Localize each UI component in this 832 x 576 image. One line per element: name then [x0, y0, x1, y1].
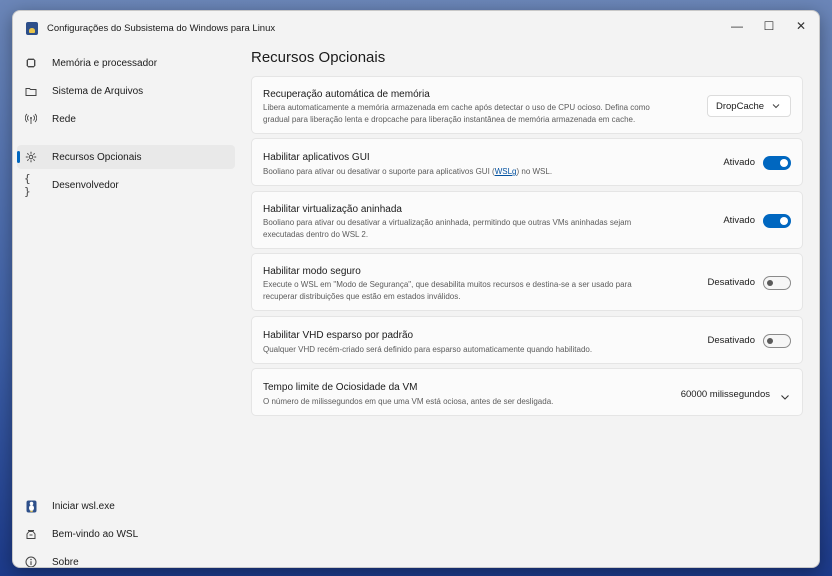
memory-chip-icon [24, 56, 38, 70]
chevron-down-icon[interactable] [780, 389, 790, 407]
gui-apps-toggle[interactable] [763, 156, 791, 170]
idle-timeout-value: 60000 milissegundos [680, 389, 770, 400]
setting-description-line: recuperar distribuições que estão em est… [263, 292, 461, 301]
sidebar-item-label: Iniciar wsl.exe [52, 500, 115, 512]
setting-description-text: ) no WSL. [516, 167, 553, 176]
gear-icon [24, 150, 38, 164]
setting-card-gui-apps: Habilitar aplicativos GUI Booliano para … [251, 138, 803, 186]
setting-title: Tempo limite de Ociosidade da VM [263, 382, 418, 393]
sidebar-item-label: Recursos Opcionais [52, 151, 142, 163]
setting-description: Qualquer VHD recém-criado será definido … [263, 345, 593, 354]
setting-card-memory-reclaim: Recuperação automática de memória Libera… [251, 76, 803, 134]
wslg-link[interactable]: WSLg [495, 167, 517, 176]
sidebar-item-network[interactable]: Rede [17, 107, 235, 131]
folder-icon [24, 84, 38, 98]
sidebar-item-optional-features[interactable]: Recursos Opcionais [17, 145, 235, 169]
code-braces-icon: { } [24, 172, 31, 198]
setting-description-line: executadas dentro do WSL 2. [263, 230, 369, 239]
setting-card-vm-idle-timeout[interactable]: Tempo limite de Ociosidade da VM O númer… [251, 368, 803, 416]
window-title: Configurações do Subsistema do Windows p… [47, 23, 276, 34]
setting-description-line: Execute o WSL em "Modo de Segurança", qu… [263, 280, 632, 289]
chevron-down-icon [772, 102, 780, 113]
safe-mode-toggle[interactable] [763, 276, 791, 290]
sidebar: Memória e processador Sistema de Arquivo… [13, 45, 239, 567]
setting-title: Habilitar VHD esparso por padrão [263, 330, 414, 341]
sidebar-item-launch-wsl[interactable]: Iniciar wsl.exe [17, 494, 235, 518]
setting-title: Recuperação automática de memória [263, 89, 430, 100]
setting-card-nested-virtualization: Habilitar virtualização aninhada Boolian… [251, 191, 803, 249]
nested-virtualization-toggle[interactable] [763, 214, 791, 228]
setting-description: Booliano para ativar ou desativar a virt… [263, 217, 631, 241]
close-button[interactable]: ✕ [785, 15, 817, 37]
toggle-state-label: Ativado [723, 215, 755, 226]
setting-description: Libera automaticamente a memória armazen… [263, 102, 650, 126]
setting-title: Habilitar aplicativos GUI [263, 152, 370, 163]
sidebar-item-memory[interactable]: Memória e processador [17, 51, 235, 75]
settings-window: Configurações do Subsistema do Windows p… [12, 10, 820, 568]
setting-description-line: Booliano para ativar ou desativar a virt… [263, 218, 632, 227]
setting-description: O número de milissegundos em que uma VM … [263, 397, 554, 406]
toggle-state-label: Desativado [707, 335, 755, 346]
setting-title: Habilitar modo seguro [263, 266, 361, 277]
wsl-app-icon [26, 22, 38, 35]
title-bar[interactable]: Configurações do Subsistema do Windows p… [13, 11, 819, 45]
sidebar-item-label: Sistema de Arquivos [52, 85, 144, 97]
info-icon [24, 555, 38, 567]
sidebar-item-filesystem[interactable]: Sistema de Arquivos [17, 79, 235, 103]
memory-reclaim-dropdown[interactable]: DropCache [707, 95, 791, 117]
setting-description: Booliano para ativar ou desativar o supo… [263, 166, 552, 178]
sidebar-item-label: Sobre [52, 556, 79, 568]
setting-card-safe-mode: Habilitar modo seguro Execute o WSL em "… [251, 253, 803, 311]
setting-description-text: Booliano para ativar ou desativar o supo… [263, 167, 495, 176]
sidebar-item-label: Desenvolvedor [52, 179, 119, 191]
page-title: Recursos Opcionais [251, 49, 386, 66]
toggle-state-label: Ativado [723, 157, 755, 168]
dropdown-value: DropCache [716, 100, 765, 112]
welcome-icon [24, 527, 38, 541]
setting-title: Habilitar virtualização aninhada [263, 204, 402, 215]
sidebar-item-welcome[interactable]: Bem-vindo ao WSL [17, 522, 235, 546]
minimize-button[interactable]: — [721, 15, 753, 37]
maximize-button[interactable]: ☐ [753, 15, 785, 37]
sidebar-item-label: Rede [52, 113, 76, 125]
setting-description-line: gradual para liberação lenta e dropcache… [263, 115, 636, 124]
main-content: Recursos Opcionais Recuperação automátic… [251, 45, 819, 567]
penguin-icon [24, 499, 38, 513]
network-icon [24, 112, 38, 126]
toggle-state-label: Desativado [707, 277, 755, 288]
setting-description-line: Libera automaticamente a memória armazen… [263, 103, 650, 112]
sidebar-item-developer[interactable]: { } Desenvolvedor [17, 172, 235, 198]
sidebar-item-label: Bem-vindo ao WSL [52, 528, 139, 540]
setting-description: Execute o WSL em "Modo de Segurança", qu… [263, 279, 632, 303]
sidebar-item-label: Memória e processador [52, 57, 158, 69]
sidebar-item-about[interactable]: Sobre [17, 550, 235, 568]
setting-card-sparse-vhd: Habilitar VHD esparso por padrão Qualque… [251, 316, 803, 364]
sparse-vhd-toggle[interactable] [763, 334, 791, 348]
